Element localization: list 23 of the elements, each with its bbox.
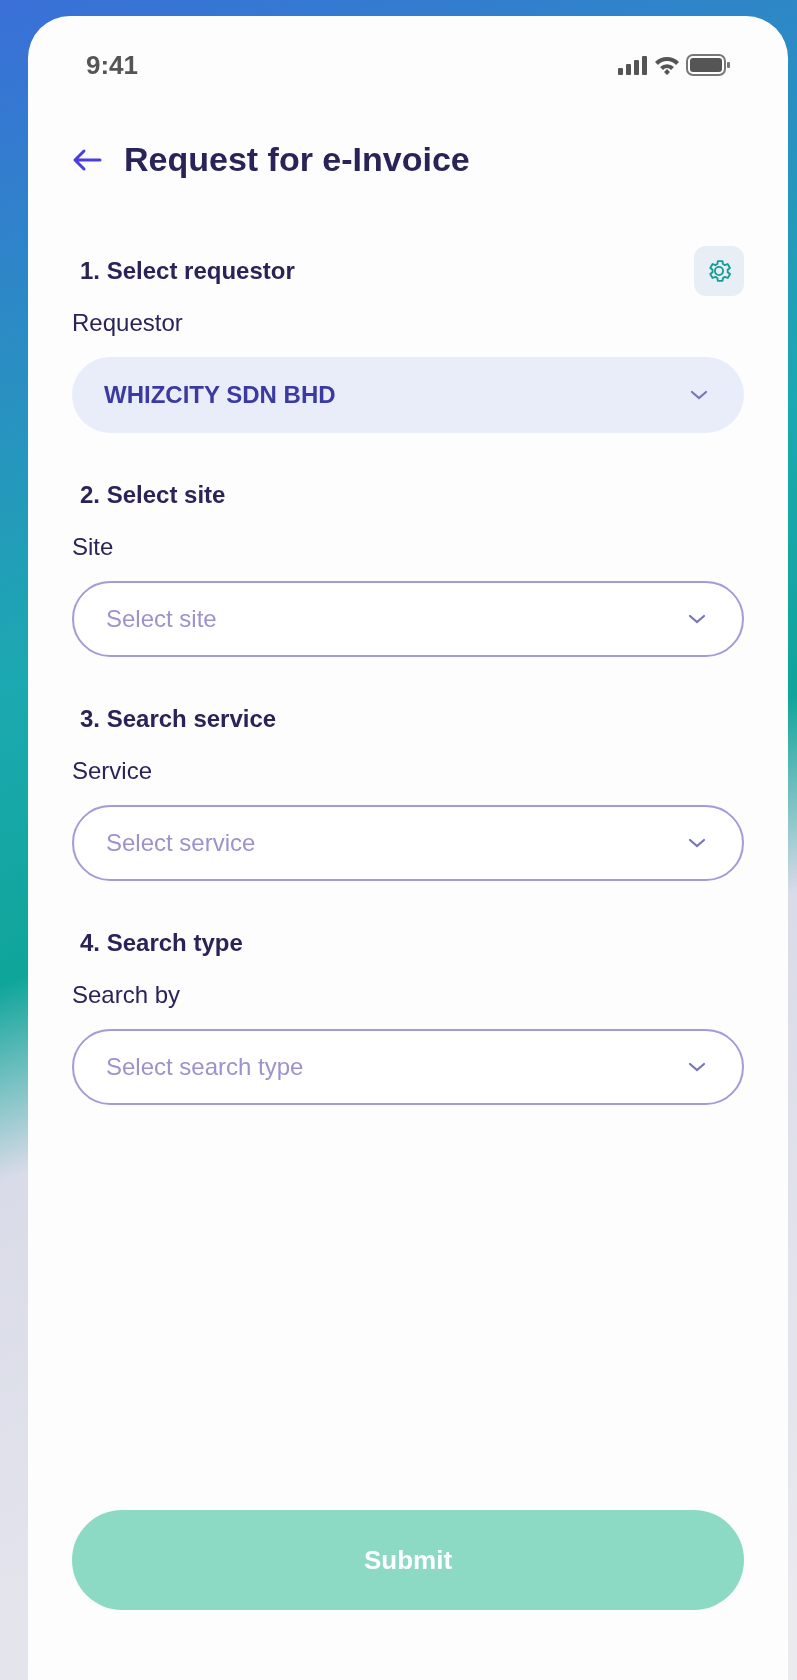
section-title: 4. Search type xyxy=(79,929,243,957)
settings-button[interactable] xyxy=(694,246,744,296)
chevron-down-icon xyxy=(688,838,706,848)
section-title: 3. Search service xyxy=(79,705,277,733)
field-label: Requestor xyxy=(72,309,184,337)
select-dropdown[interactable]: Select service xyxy=(72,805,744,881)
back-button[interactable] xyxy=(72,147,102,172)
field-label: Search by xyxy=(72,981,182,1009)
requestor-dropdown[interactable]: WHIZCITY SDN BHD xyxy=(72,357,744,433)
field-label: Site xyxy=(72,533,115,561)
signal-icon xyxy=(618,55,648,75)
field-label: Service xyxy=(72,757,154,785)
chevron-down-icon xyxy=(690,390,708,400)
status-time: 9:41 xyxy=(86,49,139,81)
wifi-icon xyxy=(654,55,680,75)
chevron-down-icon xyxy=(688,1062,706,1072)
chevron-down-icon xyxy=(688,614,706,624)
select-dropdown[interactable]: Select search type xyxy=(72,1029,744,1105)
page-title: Request for e-Invoice xyxy=(124,140,470,179)
select-dropdown[interactable]: Select site xyxy=(72,581,744,657)
section-title: 2. Select site xyxy=(79,481,226,509)
section-title: 1. Select requestor xyxy=(79,257,295,285)
battery-icon xyxy=(686,54,730,76)
